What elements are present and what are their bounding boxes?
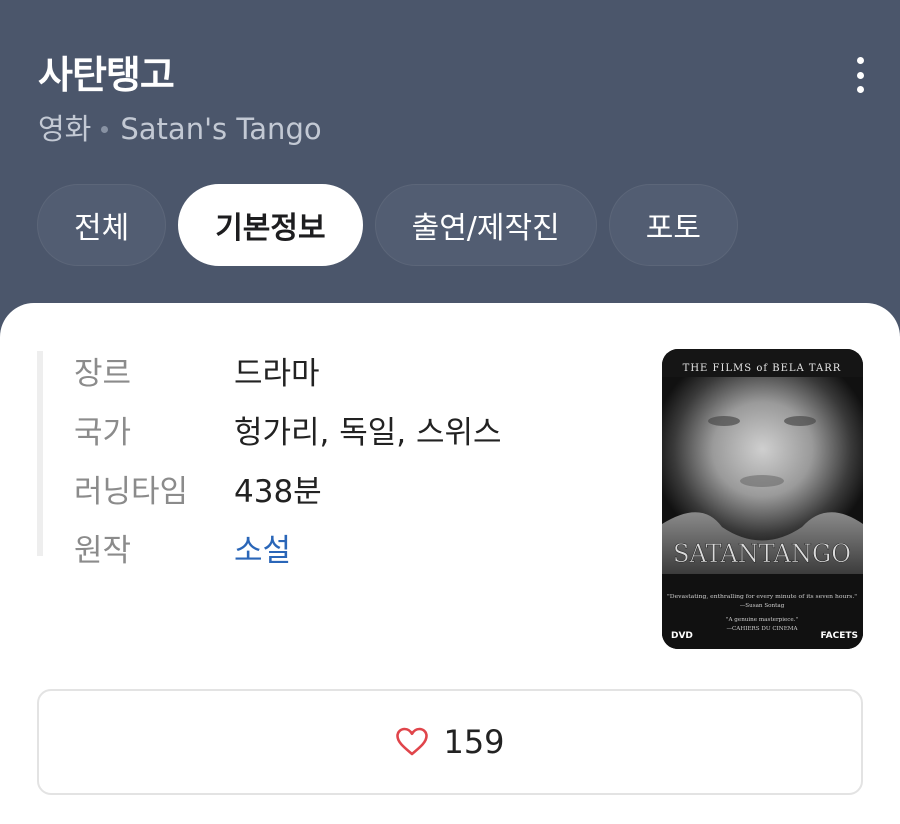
info-label: 국가 [74,414,132,451]
info-value: 438분 [234,473,322,510]
heart-icon [396,727,429,756]
info-label: 러닝타임 [74,473,189,510]
tab-bar: 전체 기본정보 출연/제작진 포토 [37,184,738,266]
separator-dot [101,125,109,133]
like-count: 159 [443,723,505,761]
info-row-original-work: 원작 소설 [74,525,291,570]
poster-title-text: SATANTANGO [673,539,851,568]
poster-brand-label: FACETS [821,631,858,641]
page-title: 사탄탱고 [38,53,175,97]
movie-poster[interactable]: THE FILMS of BELA TARR SATANTANGO "Devas… [662,349,863,649]
original-work-link[interactable]: 소설 [234,525,291,570]
poster-dvd-label: DVD [671,631,693,641]
tab-photos[interactable]: 포토 [608,184,738,266]
info-row-country: 국가 헝가리, 독일, 스위스 [74,408,502,451]
info-label: 장르 [74,355,132,392]
poster-quote2: "A genuine masterpiece." [726,617,799,623]
tab-cast-crew[interactable]: 출연/제작진 [374,184,597,266]
tab-basic-info[interactable]: 기본정보 [178,184,363,266]
original-title: Satan's Tango [120,112,322,146]
poster-image: THE FILMS of BELA TARR SATANTANGO "Devas… [662,349,863,649]
info-value: 헝가리, 독일, 스위스 [234,414,502,451]
info-label: 원작 [74,532,132,569]
like-button[interactable]: 159 [37,689,863,795]
poster-quote2-author: —CAHIERS DU CINEMA [726,626,798,632]
category-label: 영화 [38,112,92,146]
header: 사탄탱고 영화 Satan's Tango 전체 기본정보 출연/제작진 포토 [0,0,900,340]
page: 사탄탱고 영화 Satan's Tango 전체 기본정보 출연/제작진 포토 … [0,0,900,824]
info-value: 드라마 [234,355,320,392]
subtitle: 영화 Satan's Tango [38,108,322,150]
poster-quote1-author: —Susan Sontag [740,603,785,609]
poster-top-text: THE FILMS of BELA TARR [683,363,842,374]
poster-quote1: "Devastating, enthralling for every minu… [667,594,857,600]
basic-info-list: 장르 드라마 국가 헝가리, 독일, 스위스 러닝타임 438분 원작 소설 [37,349,563,569]
more-vertical-icon [856,57,864,64]
info-row-runtime: 러닝타임 438분 [74,467,322,510]
tab-all[interactable]: 전체 [37,184,167,266]
info-row-genre: 장르 드라마 [74,349,320,392]
more-options-button[interactable] [845,55,875,95]
